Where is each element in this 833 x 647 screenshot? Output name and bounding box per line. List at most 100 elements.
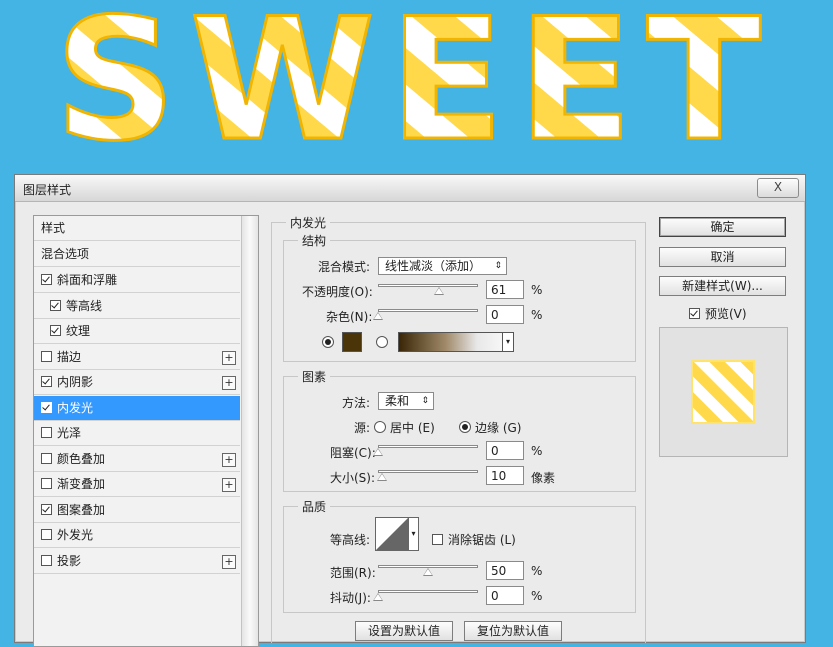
style-item-checkbox[interactable] — [50, 325, 61, 336]
jitter-percent: % — [531, 589, 543, 603]
noise-slider-thumb[interactable] — [373, 312, 383, 320]
technique-select[interactable]: 柔和 ⇕ — [378, 392, 434, 410]
jitter-slider-thumb[interactable] — [373, 593, 383, 601]
style-item[interactable]: 等高线 — [34, 294, 240, 319]
quality-group: 品质 等高线: ▾ 消除锯齿 (L) 范围(R): 50 % 抖动(J): 0 … — [283, 498, 636, 613]
noise-percent: % — [531, 308, 543, 322]
noise-input[interactable]: 0 — [486, 305, 524, 324]
gradient-radio[interactable] — [376, 336, 388, 348]
style-item-checkbox[interactable] — [41, 452, 52, 464]
blending-options-item[interactable]: 混合选项 — [34, 242, 240, 267]
style-item[interactable]: 内发光 — [34, 395, 240, 421]
choke-label: 阻塞(C): — [330, 446, 376, 460]
source-edge-option[interactable]: 边缘 (G) — [459, 419, 521, 436]
style-item[interactable]: 纹理 — [34, 319, 240, 344]
sweet-text-graphic: SWEET — [53, 0, 762, 170]
opacity-slider[interactable] — [378, 281, 478, 295]
choke-slider-thumb[interactable] — [373, 448, 383, 456]
preview-option[interactable]: 预览(V) — [689, 305, 747, 322]
size-input[interactable]: 10 — [486, 466, 524, 485]
style-item-checkbox[interactable] — [41, 529, 52, 540]
style-item-checkbox[interactable] — [41, 478, 52, 489]
blend-mode-select[interactable]: 线性减淡（添加） ⇕ — [378, 257, 507, 275]
style-item[interactable]: 图案叠加 — [34, 498, 240, 523]
style-item-checkbox[interactable] — [41, 427, 52, 438]
antialias-option[interactable]: 消除锯齿 (L) — [432, 531, 516, 548]
style-item-label: 投影 — [57, 553, 82, 568]
noise-slider-track — [378, 309, 478, 312]
add-style-plus-icon[interactable]: + — [222, 478, 236, 492]
size-slider-thumb[interactable] — [377, 473, 387, 481]
range-slider[interactable] — [378, 562, 478, 576]
add-style-plus-icon[interactable]: + — [222, 554, 236, 569]
style-item-checkbox[interactable] — [41, 376, 52, 387]
style-item[interactable]: 渐变叠加 + — [34, 472, 240, 497]
contour-picker[interactable] — [375, 517, 409, 551]
color-radio[interactable] — [322, 336, 334, 348]
style-item-checkbox[interactable] — [41, 401, 52, 413]
range-slider-thumb[interactable] — [423, 568, 433, 576]
preview-label: 预览(V) — [705, 307, 747, 321]
style-item-checkbox[interactable] — [41, 503, 52, 515]
style-item-checkbox[interactable] — [50, 299, 61, 311]
opacity-input[interactable]: 61 — [486, 280, 524, 299]
style-item-label: 外发光 — [57, 528, 94, 542]
style-item-checkbox[interactable] — [41, 554, 52, 566]
style-item-label: 光泽 — [57, 426, 82, 440]
source-center-option[interactable]: 居中 (E) — [374, 419, 435, 436]
new-style-button[interactable]: 新建样式(W)... — [659, 276, 786, 296]
opacity-label: 不透明度(O): — [302, 285, 373, 299]
choke-percent: % — [531, 444, 543, 458]
range-label: 范围(R): — [330, 566, 376, 580]
jitter-slider-track — [378, 590, 478, 593]
antialias-checkbox[interactable] — [432, 534, 443, 545]
noise-slider[interactable] — [373, 306, 478, 320]
style-item[interactable]: 内阴影 + — [34, 370, 240, 395]
blend-mode-value: 线性减淡（添加） — [385, 259, 482, 273]
source-center-radio[interactable] — [374, 421, 386, 433]
size-slider[interactable] — [377, 467, 478, 481]
jitter-input[interactable]: 0 — [486, 586, 524, 605]
blend-mode-label: 混合模式: — [318, 260, 371, 274]
style-item-checkbox[interactable] — [41, 274, 52, 285]
style-item[interactable]: 颜色叠加 + — [34, 447, 240, 472]
style-item[interactable]: 投影 + — [34, 549, 240, 574]
style-item[interactable]: 光泽 — [34, 421, 240, 446]
ok-button[interactable]: 确定 — [659, 217, 786, 237]
size-slider-track — [378, 470, 478, 473]
styles-list-panel: 样式 混合选项 斜面和浮雕等高线纹理描边 + 内阴影 + 内发光光泽颜色叠加 + 渐变叠加 +… — [33, 215, 259, 647]
styles-list-scrollbar[interactable] — [241, 216, 258, 646]
reset-default-button[interactable]: 复位为默认值 — [464, 621, 562, 641]
style-item-label: 等高线 — [66, 298, 103, 313]
add-style-plus-icon[interactable]: + — [222, 452, 236, 467]
style-item[interactable]: 外发光 — [34, 523, 240, 548]
style-item-checkbox[interactable] — [41, 350, 52, 362]
cancel-button[interactable]: 取消 — [659, 247, 786, 267]
styles-header[interactable]: 样式 — [34, 216, 240, 241]
glow-gradient-picker[interactable] — [398, 332, 504, 352]
glow-color-swatch[interactable] — [342, 332, 362, 352]
noise-label: 杂色(N): — [326, 310, 373, 324]
style-item-label: 渐变叠加 — [57, 477, 106, 491]
jitter-slider[interactable] — [373, 587, 478, 601]
close-button[interactable]: X — [757, 178, 799, 198]
make-default-button[interactable]: 设置为默认值 — [355, 621, 453, 641]
source-edge-radio[interactable] — [459, 421, 471, 433]
style-item-label: 纹理 — [66, 324, 91, 338]
choke-slider[interactable] — [373, 442, 478, 456]
opacity-slider-thumb[interactable] — [434, 287, 444, 295]
range-percent: % — [531, 564, 543, 578]
dialog-title: 图层样式 — [23, 183, 72, 197]
chevron-down-icon[interactable]: ▾ — [408, 517, 419, 551]
add-style-plus-icon[interactable]: + — [222, 350, 236, 365]
preview-checkbox[interactable] — [689, 308, 700, 319]
add-style-plus-icon[interactable]: + — [222, 376, 236, 390]
range-input[interactable]: 50 — [486, 561, 524, 580]
chevron-down-icon[interactable]: ▾ — [502, 332, 514, 352]
sweet-banner: SWEET — [0, 0, 833, 170]
style-item[interactable]: 斜面和浮雕 — [34, 268, 240, 293]
opacity-slider-track — [378, 284, 478, 287]
choke-input[interactable]: 0 — [486, 441, 524, 460]
style-item-label: 内发光 — [57, 400, 94, 415]
style-item[interactable]: 描边 + — [34, 345, 240, 370]
